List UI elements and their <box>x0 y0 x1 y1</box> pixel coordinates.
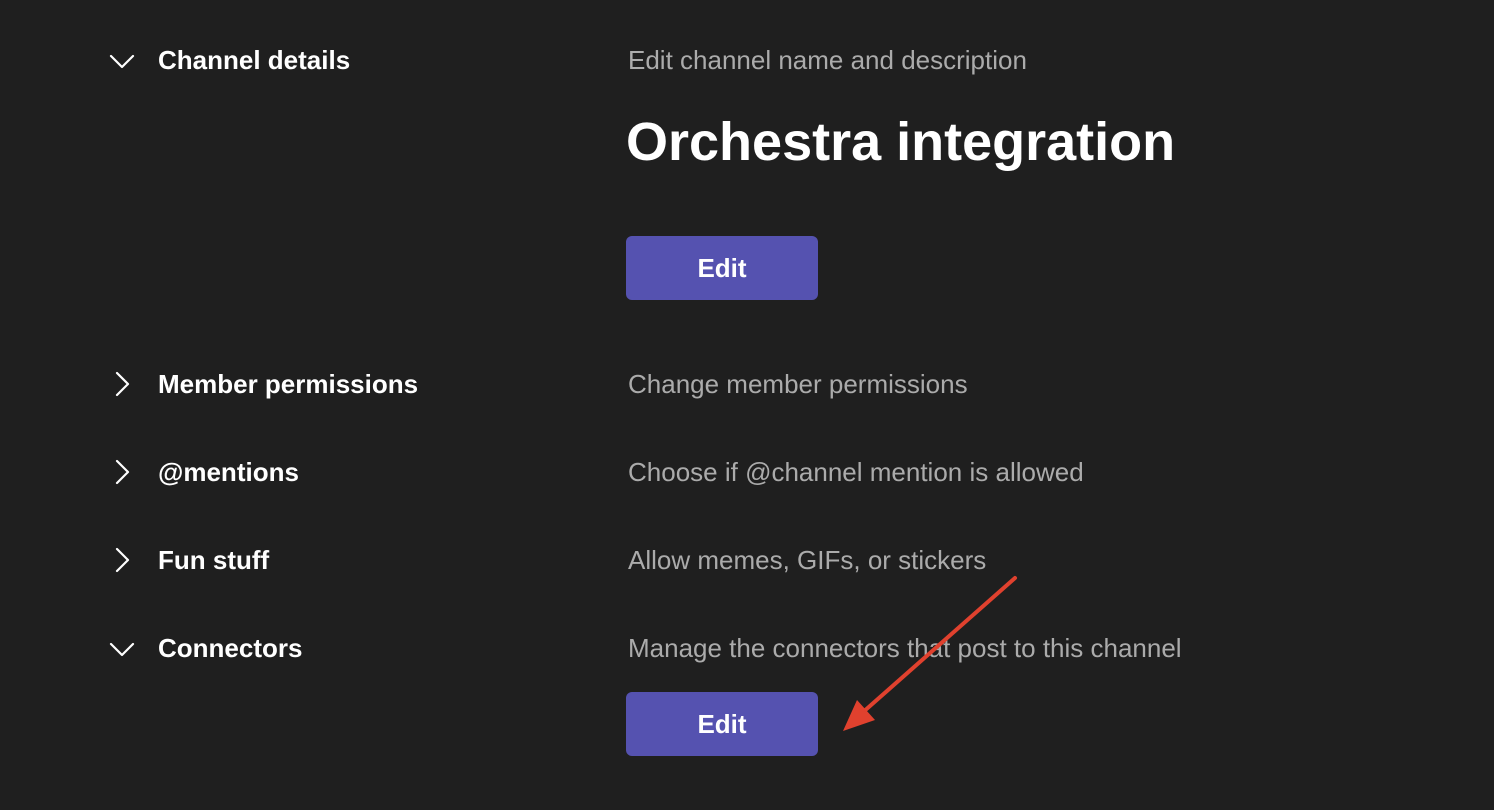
chevron-right-icon[interactable] <box>108 458 136 486</box>
section-title-fun-stuff[interactable]: Fun stuff <box>158 545 269 575</box>
chevron-right-icon[interactable] <box>108 546 136 574</box>
section-description-mentions: Choose if @channel mention is allowed <box>628 457 1084 487</box>
section-description-connectors: Manage the connectors that post to this … <box>628 633 1182 663</box>
section-title-connectors[interactable]: Connectors <box>158 633 302 663</box>
edit-connectors-button[interactable]: Edit <box>626 692 818 756</box>
section-title-member-permissions[interactable]: Member permissions <box>158 369 418 399</box>
channel-settings-page: Channel details Edit channel name and de… <box>0 0 1494 810</box>
chevron-down-icon[interactable] <box>108 47 136 75</box>
chevron-right-icon[interactable] <box>108 370 136 398</box>
channel-name: Orchestra integration <box>626 112 1176 172</box>
section-description-channel-details: Edit channel name and description <box>628 45 1027 75</box>
section-description-member-permissions: Change member permissions <box>628 369 968 399</box>
section-title-mentions[interactable]: @mentions <box>158 457 299 487</box>
section-description-fun-stuff: Allow memes, GIFs, or stickers <box>628 545 987 575</box>
section-title-channel-details[interactable]: Channel details <box>158 45 350 75</box>
chevron-down-icon[interactable] <box>108 635 136 663</box>
edit-channel-details-button[interactable]: Edit <box>626 236 818 300</box>
